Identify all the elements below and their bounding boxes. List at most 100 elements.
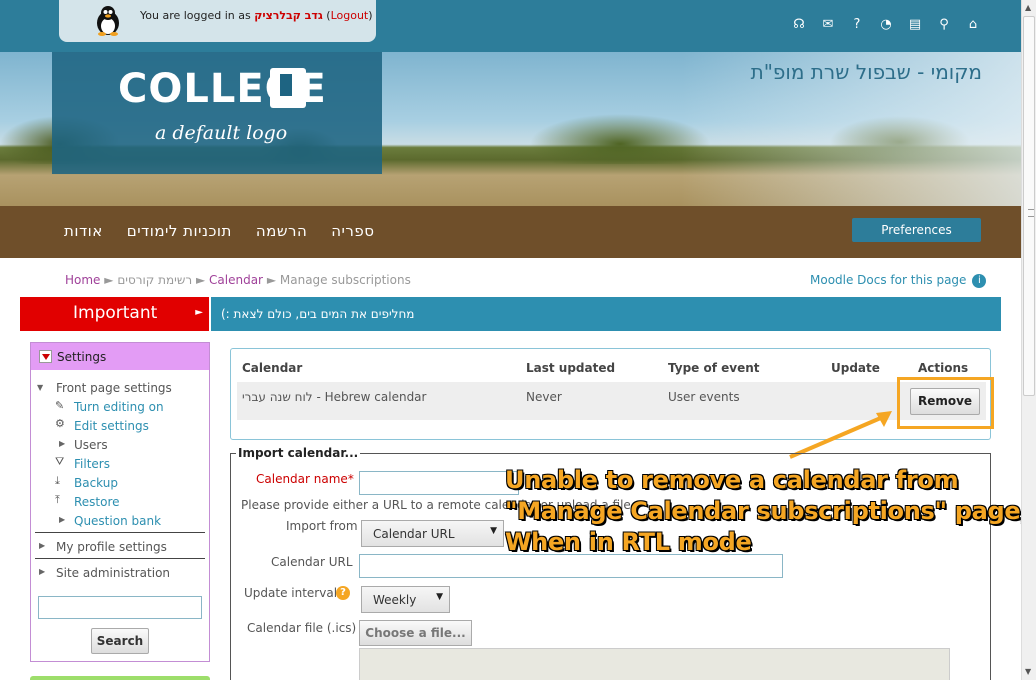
help-icon[interactable]: ?: [336, 586, 350, 600]
moodle-docs-link[interactable]: Moodle Docs for this page i: [810, 273, 987, 288]
settings-header[interactable]: Settings: [31, 343, 209, 370]
user-name-link[interactable]: גדב קבלרציק: [254, 9, 323, 22]
breadcrumb: Home ► רשימת קורסים ► Calendar ► Manage …: [65, 273, 411, 287]
help-icon[interactable]: ?: [849, 17, 865, 33]
search-button[interactable]: Search: [91, 628, 149, 654]
grip-icon: [1028, 209, 1034, 217]
breadcrumb-sep: ►: [266, 273, 277, 287]
import-from-select[interactable]: Calendar URL ▼: [361, 520, 504, 547]
my-profile-settings[interactable]: My profile settings: [56, 540, 167, 554]
info-icon: i: [972, 273, 987, 288]
vertical-scrollbar[interactable]: ▲ ▼: [1021, 0, 1036, 680]
question-bank-link[interactable]: Question bank: [74, 514, 161, 528]
calendar-url-label: Calendar URL: [271, 555, 353, 569]
settings-block: Settings ▼ Front page settings ✎ Turn ed…: [30, 342, 210, 662]
calendar-name-cell: לוח שנה עברי - Hebrew calendar: [242, 390, 427, 404]
calendar-name-field[interactable]: [359, 471, 519, 495]
site-title: מקומי - שבפול שרת מופ"ת: [750, 60, 982, 84]
turn-editing-on-link[interactable]: Turn editing on: [74, 400, 164, 414]
backup-icon: ⤓: [55, 474, 60, 487]
collapse-icon[interactable]: [39, 350, 52, 363]
column-header-type: Type of event: [668, 361, 760, 375]
update-interval-label: Update interval: [244, 586, 338, 600]
docs-link-label: Moodle Docs for this page: [810, 273, 967, 287]
breadcrumb-home[interactable]: Home: [65, 273, 100, 287]
book-icon: [270, 68, 306, 108]
restore-link[interactable]: Restore: [74, 495, 120, 509]
collapsed-arrow-icon[interactable]: ▶: [59, 439, 65, 448]
column-header-update: Update: [831, 361, 880, 375]
scroll-down-icon[interactable]: ▼: [1025, 667, 1031, 676]
choose-file-button[interactable]: Choose a file...: [359, 620, 472, 646]
breadcrumb-courses[interactable]: רשימת קורסים: [117, 273, 192, 287]
login-text: You are logged in as גדב קבלרציק (Logout…: [140, 9, 373, 22]
divider: [35, 532, 205, 533]
annotation-line: "Manage Calendar subscriptions" page,: [505, 497, 1030, 525]
collapsed-arrow-icon[interactable]: ▶: [59, 515, 65, 524]
headset-icon[interactable]: ☊: [791, 17, 807, 33]
chevron-down-icon: ▼: [436, 592, 443, 602]
update-interval-value: Weekly: [373, 593, 417, 607]
rss-icon[interactable]: ◔: [878, 17, 894, 33]
nav-item-register[interactable]: הרשמה: [256, 222, 307, 240]
penguin-avatar-icon: [97, 6, 119, 36]
pencil-icon: ✎: [55, 399, 65, 412]
file-drop-area[interactable]: [359, 648, 950, 680]
column-header-last-updated: Last updated: [526, 361, 616, 375]
scroll-up-icon[interactable]: ▲: [1025, 3, 1031, 12]
chevron-down-icon: ▼: [490, 526, 497, 536]
filters-link[interactable]: Filters: [74, 457, 110, 471]
important-title: Important: [73, 303, 158, 323]
nav-item-library[interactable]: ספריה: [331, 222, 374, 240]
play-arrow-icon[interactable]: ►: [195, 307, 203, 318]
collapsed-arrow-icon[interactable]: ▶: [39, 567, 45, 576]
restore-icon: ⤒: [55, 493, 60, 506]
front-page-settings[interactable]: Front page settings: [56, 381, 172, 395]
annotation-line: When in RTL mode: [505, 528, 752, 556]
home-icon[interactable]: ⌂: [965, 17, 981, 33]
logo-subtitle: a default logo: [155, 122, 288, 144]
main-nav: אודות תוכניות לימודים הרשמה ספריה Prefer…: [0, 206, 1021, 258]
column-header-actions: Actions: [918, 361, 969, 375]
mail-icon[interactable]: ✉: [820, 17, 836, 33]
header-icons: ☊ ✉ ? ◔ ▤ ⚲ ⌂: [791, 17, 981, 33]
site-logo[interactable]: COLLEGE a default logo: [52, 52, 382, 174]
column-header-calendar: Calendar: [242, 361, 303, 375]
breadcrumb-sep: ►: [104, 273, 114, 287]
important-label: Important ►: [20, 297, 209, 331]
filter-icon: ⛛: [55, 455, 65, 468]
backup-link[interactable]: Backup: [74, 476, 118, 490]
breadcrumb-calendar[interactable]: Calendar: [209, 273, 263, 287]
login-prefix: You are logged in as: [140, 9, 251, 22]
next-block-header: [30, 676, 210, 680]
nav-item-about[interactable]: אודות: [64, 222, 103, 240]
collapsed-arrow-icon[interactable]: ▶: [39, 541, 45, 550]
breadcrumb-sep: ►: [195, 273, 206, 287]
settings-search-input[interactable]: [38, 596, 202, 619]
document-icon[interactable]: ▤: [907, 17, 923, 33]
preferences-button[interactable]: Preferences: [852, 218, 981, 242]
search-icon[interactable]: ⚲: [936, 17, 952, 33]
settings-title: Settings: [57, 350, 107, 364]
calendar-name-label-text: Calendar name: [256, 472, 348, 486]
calendar-file-label: Calendar file (.ics): [247, 621, 357, 635]
update-interval-select[interactable]: Weekly ▼: [361, 586, 450, 613]
annotation-line: Unable to remove a calendar from: [505, 466, 959, 494]
remove-button[interactable]: Remove: [910, 388, 980, 415]
import-from-label: Import from: [286, 519, 358, 533]
scroll-thumb[interactable]: [1023, 16, 1035, 396]
import-from-value: Calendar URL: [373, 527, 455, 541]
expanded-arrow-icon[interactable]: ▼: [37, 383, 43, 392]
site-administration[interactable]: Site administration: [56, 566, 170, 580]
divider: [35, 558, 205, 559]
annotation-text: Unable to remove a calendar from "Manage…: [505, 465, 1030, 558]
nav-item-programs[interactable]: תוכניות לימודים: [127, 222, 232, 240]
edit-settings-link[interactable]: Edit settings: [74, 419, 149, 433]
breadcrumb-current: Manage subscriptions: [279, 273, 411, 287]
login-info: You are logged in as גדב קבלרציק (Logout…: [59, 0, 376, 42]
news-ticker: (: מחליפים את המים בים, כולם לצאת: [211, 297, 1001, 331]
users-node[interactable]: Users: [74, 438, 108, 452]
event-type-cell: User events: [668, 390, 740, 404]
logout-link[interactable]: Logout: [331, 9, 369, 22]
required-icon: *: [347, 472, 354, 486]
